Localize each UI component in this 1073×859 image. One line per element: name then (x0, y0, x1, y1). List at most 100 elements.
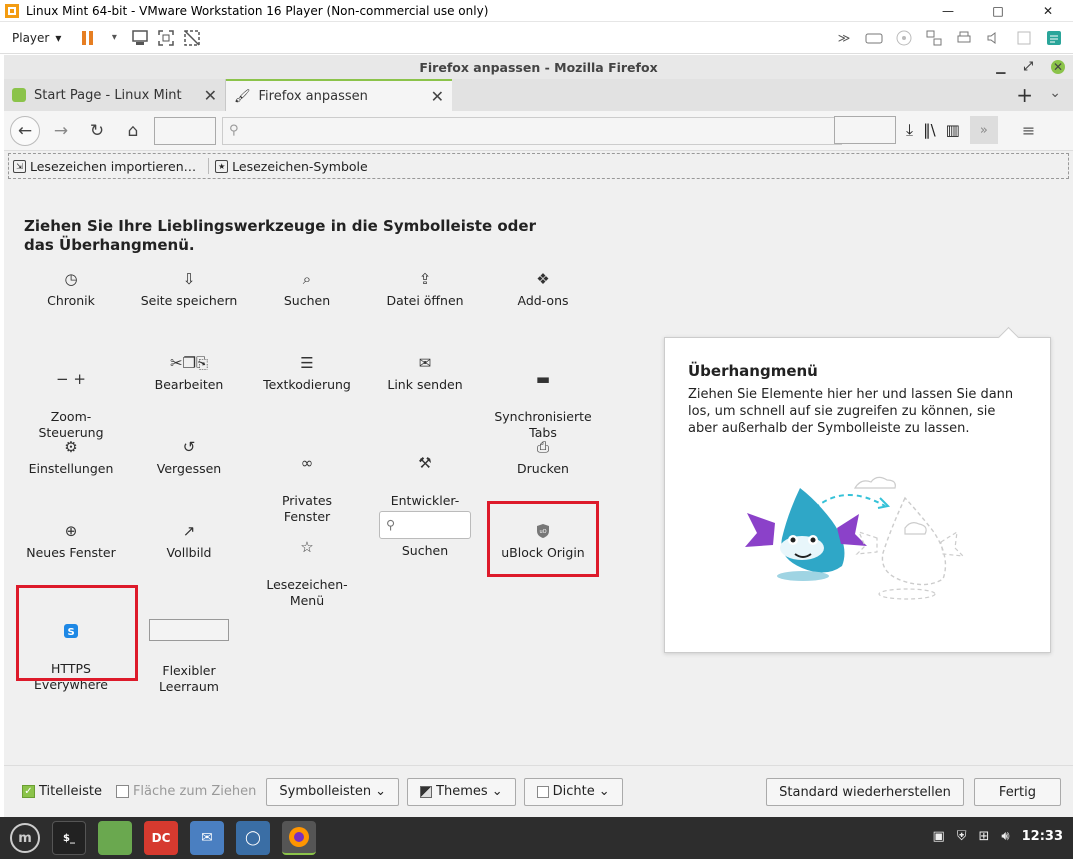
button-label: Fertig (998, 784, 1036, 800)
mint-menu-button[interactable]: m (10, 823, 40, 853)
close-button[interactable]: ✕ (1023, 0, 1073, 22)
unity-button[interactable] (179, 25, 205, 51)
done-button[interactable]: Fertig (973, 778, 1061, 806)
harddisk-device-button[interactable] (861, 25, 887, 51)
flexible-space-preview (149, 619, 229, 641)
ff-minimize-button[interactable]: ▁ (996, 60, 1005, 74)
palette-item-bookmarks-menu[interactable]: ☆ Lesezeichen- Menü (248, 519, 366, 625)
ff-maximize-button[interactable]: ⤢ (1023, 59, 1033, 74)
item-label: Datei öffnen (386, 293, 464, 308)
overflow-panel: Überhangmenü Ziehen Sie Elemente hier he… (664, 337, 1051, 653)
close-tab-icon[interactable]: ✕ (431, 87, 444, 106)
tab-customize[interactable]: 🖌 Firefox anpassen ✕ (226, 79, 452, 111)
shield-icon[interactable]: ⛨ (957, 829, 967, 844)
mail-launcher[interactable]: ✉ (190, 821, 224, 855)
palette-item-fullscreen[interactable]: ↗ Vollbild (130, 519, 248, 561)
send-ctrl-alt-del-button[interactable] (127, 25, 153, 51)
pause-dropdown-button[interactable]: ▾ (101, 25, 127, 51)
home-button[interactable]: ⌂ (118, 116, 148, 146)
checkmark-icon: ✓ (22, 785, 35, 798)
reload-button[interactable]: ↻ (82, 116, 112, 146)
double-chevron-icon: ≫ (837, 31, 851, 45)
palette-item-new-window[interactable]: ⊕ Neues Fenster (12, 519, 130, 561)
titlebar-checkbox[interactable]: ✓ Titelleiste (22, 784, 102, 799)
back-button[interactable]: ← (10, 115, 40, 146)
close-tab-icon[interactable]: ✕ (204, 86, 217, 105)
item-label: Seite speichern (140, 293, 238, 308)
mint-apps-launcher[interactable]: DC (144, 821, 178, 855)
clock[interactable]: 12:33 (1022, 829, 1063, 844)
cd-device-button[interactable] (891, 25, 917, 51)
palette-item-encoding[interactable]: ☰ Textkodierung (248, 351, 366, 393)
tab-start-page[interactable]: Start Page - Linux Mint ✕ (4, 79, 226, 111)
list-all-tabs-button[interactable]: ⌄ (1049, 85, 1061, 101)
fullscreen-button[interactable] (153, 25, 179, 51)
linux-mint-logo-icon: m (18, 830, 32, 846)
minimize-button[interactable]: — (923, 0, 973, 22)
density-menu-button[interactable]: Dichte ⌄ (523, 777, 623, 806)
overflow-menu-button[interactable]: » (969, 116, 998, 144)
palette-item-flexible-space[interactable]: Flexibler Leerraum (130, 603, 248, 711)
ff-close-button[interactable]: ✕ (1051, 59, 1065, 74)
vmware-window-title: Linux Mint 64-bit - VMware Workstation 1… (26, 3, 489, 18)
palette-item-save-page[interactable]: ⇩ Seite speichern (130, 267, 248, 309)
unity-icon (184, 29, 201, 46)
browser-launcher[interactable]: ◯ (236, 821, 270, 855)
linux-mint-icon (12, 88, 26, 102)
player-menu-button[interactable]: Player ▾ (12, 31, 61, 45)
forward-button[interactable]: → (46, 116, 76, 146)
star-icon: ★ (215, 159, 229, 173)
flexible-space-right (834, 116, 896, 144)
globe-icon: ◯ (245, 830, 261, 846)
printer-icon (957, 31, 971, 43)
dragspace-checkbox[interactable]: Fläche zum Ziehen (115, 784, 256, 799)
themes-menu-button[interactable]: Themes ⌄ (407, 777, 516, 806)
palette-item-print[interactable]: ⎙ Drucken (484, 435, 602, 477)
palette-item-edit[interactable]: ✂❐⎘ Bearbeiten (130, 351, 248, 393)
speaker-icon (987, 32, 996, 44)
printer-device-button[interactable] (951, 25, 977, 51)
volume-icon[interactable]: 🔊︎ (1001, 829, 1009, 844)
palette-item-chronik[interactable]: ◷ Chronik (12, 267, 130, 309)
downloads-button[interactable]: ⤓ (906, 120, 913, 140)
url-bar[interactable]: ⚲ (222, 116, 842, 145)
reload-icon: ↻ (89, 120, 105, 141)
bookmark-import[interactable]: ⇲ Lesezeichen importieren… (13, 159, 202, 174)
chevron-down-icon: ⌄ (491, 784, 503, 799)
firefox-icon (289, 827, 309, 847)
item-label: Add-ons (517, 293, 569, 308)
sound-device-button[interactable] (981, 25, 1007, 51)
sidebar-button[interactable]: ▥ (946, 121, 960, 139)
guest-display: Firefox anpassen - Mozilla Firefox ▁ ⤢ ✕… (4, 55, 1073, 817)
palette-item-forget[interactable]: ↺ Vergessen (130, 435, 248, 477)
puzzle-icon: ❖ (536, 270, 550, 288)
palette-item-addons[interactable]: ❖ Add-ons (484, 267, 602, 309)
palette-item-search-bar[interactable]: ⚲ Suchen (366, 511, 484, 559)
restore-defaults-button[interactable]: Standard wiederherstellen (766, 778, 964, 806)
separator (208, 158, 210, 174)
app-menu-button[interactable]: ≡ (1022, 121, 1035, 140)
new-tab-button[interactable]: + (1016, 83, 1033, 107)
synced-tabs-icon: ▬ (535, 370, 551, 388)
floppy-device-button[interactable] (1011, 25, 1037, 51)
library-button[interactable]: ‖\ (923, 121, 936, 139)
palette-item-find[interactable]: ⌕ Suchen (248, 267, 366, 309)
overflow-panel-title: Überhangmenü (688, 362, 818, 380)
files-launcher[interactable] (98, 821, 132, 855)
network-icon[interactable]: ⊞ (979, 829, 990, 844)
maximize-button[interactable]: □ (973, 0, 1023, 22)
palette-item-open-file[interactable]: ⇪ Datei öffnen (366, 267, 484, 309)
bookmark-symbols[interactable]: ★ Lesezeichen-Symbole (215, 159, 374, 174)
firefox-taskbar-button[interactable] (282, 821, 316, 855)
clipboard-icon[interactable]: ▣ (932, 829, 944, 844)
palette-item-email-link[interactable]: ✉ Link senden (366, 351, 484, 393)
more-devices-button[interactable]: ≫ (831, 25, 857, 51)
terminal-launcher[interactable]: $_ (52, 821, 86, 855)
customize-area: Ziehen Sie Ihre Lieblingswerkzeuge in di… (4, 205, 1073, 765)
pause-button[interactable] (75, 25, 101, 51)
message-log-button[interactable] (1041, 25, 1067, 51)
cut-copy-paste-icon: ✂❐⎘ (169, 354, 209, 372)
palette-item-preferences[interactable]: ⚙ Einstellungen (12, 435, 130, 477)
toolbars-menu-button[interactable]: Symbolleisten ⌄ (266, 777, 400, 806)
network-device-button[interactable] (921, 25, 947, 51)
